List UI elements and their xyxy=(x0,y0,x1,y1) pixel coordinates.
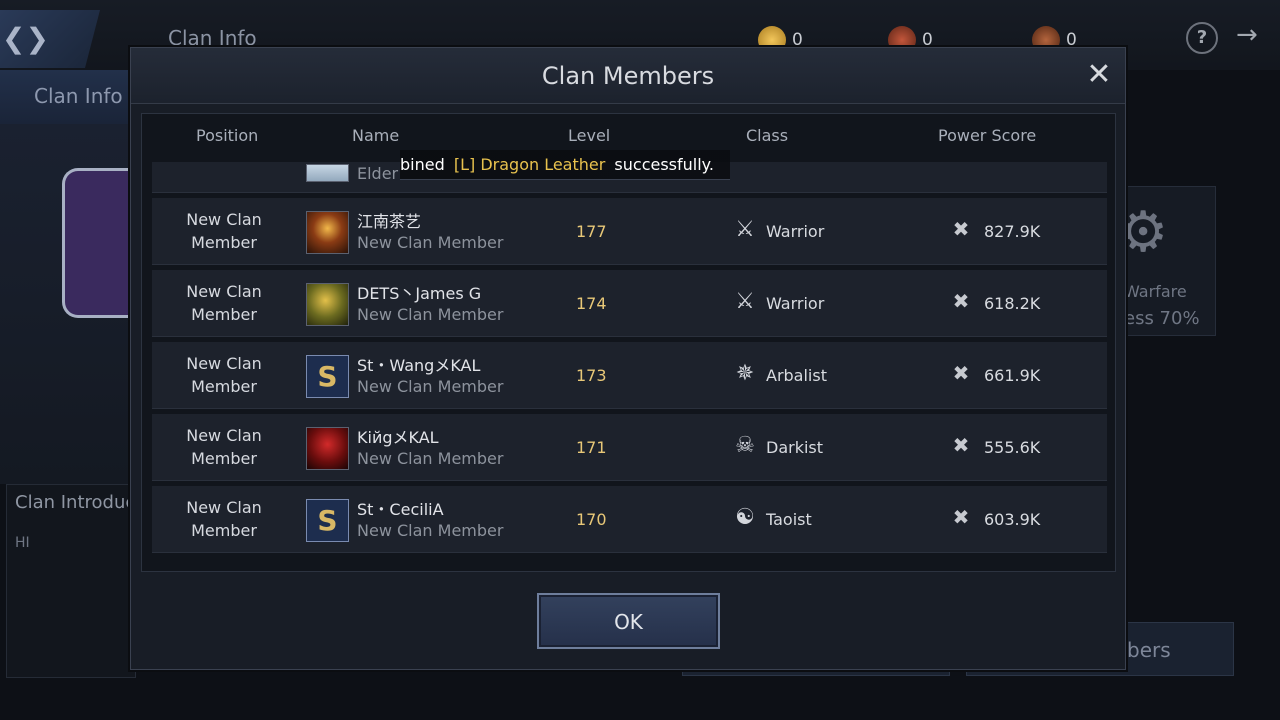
member-name: St・CeciliA xyxy=(357,500,444,519)
clan-intro-title: Clan Introduc xyxy=(15,492,136,513)
dialog-title: Clan Members xyxy=(541,62,715,90)
warfare-progress: ess 70% xyxy=(1124,308,1200,329)
member-name: St・WangメKAL xyxy=(357,356,481,375)
avatar xyxy=(306,283,349,326)
member-position: New Clan Member xyxy=(186,210,262,252)
close-icon[interactable]: ✕ xyxy=(1083,60,1115,92)
warrior-class-icon: ⚔ xyxy=(735,217,755,242)
clan-members-dialog: Clan Members ✕ Position Name Level Class… xyxy=(130,47,1126,670)
member-position: New Clan Member xyxy=(186,498,262,540)
avatar: S xyxy=(306,355,349,398)
power-score-icon: ✖ xyxy=(952,433,970,457)
clan-emblem xyxy=(62,168,140,318)
column-header-position: Position xyxy=(196,126,259,145)
dialog-header: Clan Members ✕ xyxy=(131,48,1125,104)
table-row[interactable]: New Clan Member DETS丶James G New Clan Mem… xyxy=(152,270,1107,337)
member-class: Darkist xyxy=(766,438,824,457)
member-position: New Clan Member xyxy=(186,354,262,396)
member-class: Arbalist xyxy=(766,366,827,385)
member-power: 661.9K xyxy=(984,366,1041,385)
power-score-icon: ✖ xyxy=(952,217,970,241)
toast-item-name: [L] Dragon Leather xyxy=(453,155,606,174)
column-header-power: Power Score xyxy=(938,126,1037,145)
column-header-class: Class xyxy=(746,126,789,145)
member-power: 827.9K xyxy=(984,222,1041,241)
member-rank: New Clan Member xyxy=(357,377,504,396)
help-button[interactable]: ? xyxy=(1186,22,1218,54)
power-score-icon: ✖ xyxy=(952,289,970,313)
toast-notification: bined [L] Dragon Leather successfully. xyxy=(400,150,730,180)
table-row[interactable]: New Clan Member S St・CeciliA New Clan Mem… xyxy=(152,486,1107,553)
table-row[interactable]: New Clan Member 江南茶艺 New Clan Member 177 … xyxy=(152,198,1107,265)
member-level: 177 xyxy=(576,222,607,241)
member-class: Warrior xyxy=(766,222,825,241)
warrior-class-icon: ⚔ xyxy=(735,289,755,314)
back-arrow-icon: ❮❯ xyxy=(2,22,49,55)
member-level: 173 xyxy=(576,366,607,385)
member-rank: New Clan Member xyxy=(357,449,504,468)
member-level: 174 xyxy=(576,294,607,313)
taoist-class-icon: ☯ xyxy=(735,505,755,530)
member-power: 618.2K xyxy=(984,294,1041,313)
members-table[interactable]: Position Name Level Class Power Score El… xyxy=(141,113,1116,572)
table-row[interactable]: New Clan Member KiйgメKAL New Clan Member … xyxy=(152,414,1107,481)
ok-button[interactable]: OK xyxy=(537,593,720,649)
column-header-name: Name xyxy=(352,126,400,145)
member-name: 江南茶艺 xyxy=(357,212,422,231)
member-level: 171 xyxy=(576,438,607,457)
avatar xyxy=(306,164,349,182)
tab-clan-info[interactable]: Clan Info xyxy=(0,70,140,124)
member-rank: New Clan Member xyxy=(357,305,504,324)
clan-intro-text: HI xyxy=(15,535,30,551)
power-score-icon: ✖ xyxy=(952,361,970,385)
power-score-icon: ✖ xyxy=(952,505,970,529)
column-header-level: Level xyxy=(568,126,611,145)
member-class: Taoist xyxy=(766,510,812,529)
member-position: New Clan Member xyxy=(186,282,262,324)
avatar xyxy=(306,427,349,470)
avatar xyxy=(306,211,349,254)
member-level: 170 xyxy=(576,510,607,529)
member-power: 603.9K xyxy=(984,510,1041,529)
warfare-label: Warfare xyxy=(1124,282,1187,301)
avatar: S xyxy=(306,499,349,542)
arbalist-class-icon: ✵ xyxy=(735,361,755,386)
member-power: 555.6K xyxy=(984,438,1041,457)
member-rank: New Clan Member xyxy=(357,521,504,540)
member-position: New Clan Member xyxy=(186,426,262,468)
exit-icon[interactable]: → xyxy=(1236,20,1270,56)
member-name: KiйgメKAL xyxy=(357,428,439,447)
clan-intro-box xyxy=(6,484,136,678)
darkist-class-icon: ☠ xyxy=(735,433,755,458)
member-name: DETS丶James G xyxy=(357,284,482,303)
member-rank: Elder xyxy=(357,164,399,183)
member-class: Warrior xyxy=(766,294,825,313)
member-rank: New Clan Member xyxy=(357,233,504,252)
table-row[interactable]: New Clan Member S St・WangメKAL New Clan Me… xyxy=(152,342,1107,409)
